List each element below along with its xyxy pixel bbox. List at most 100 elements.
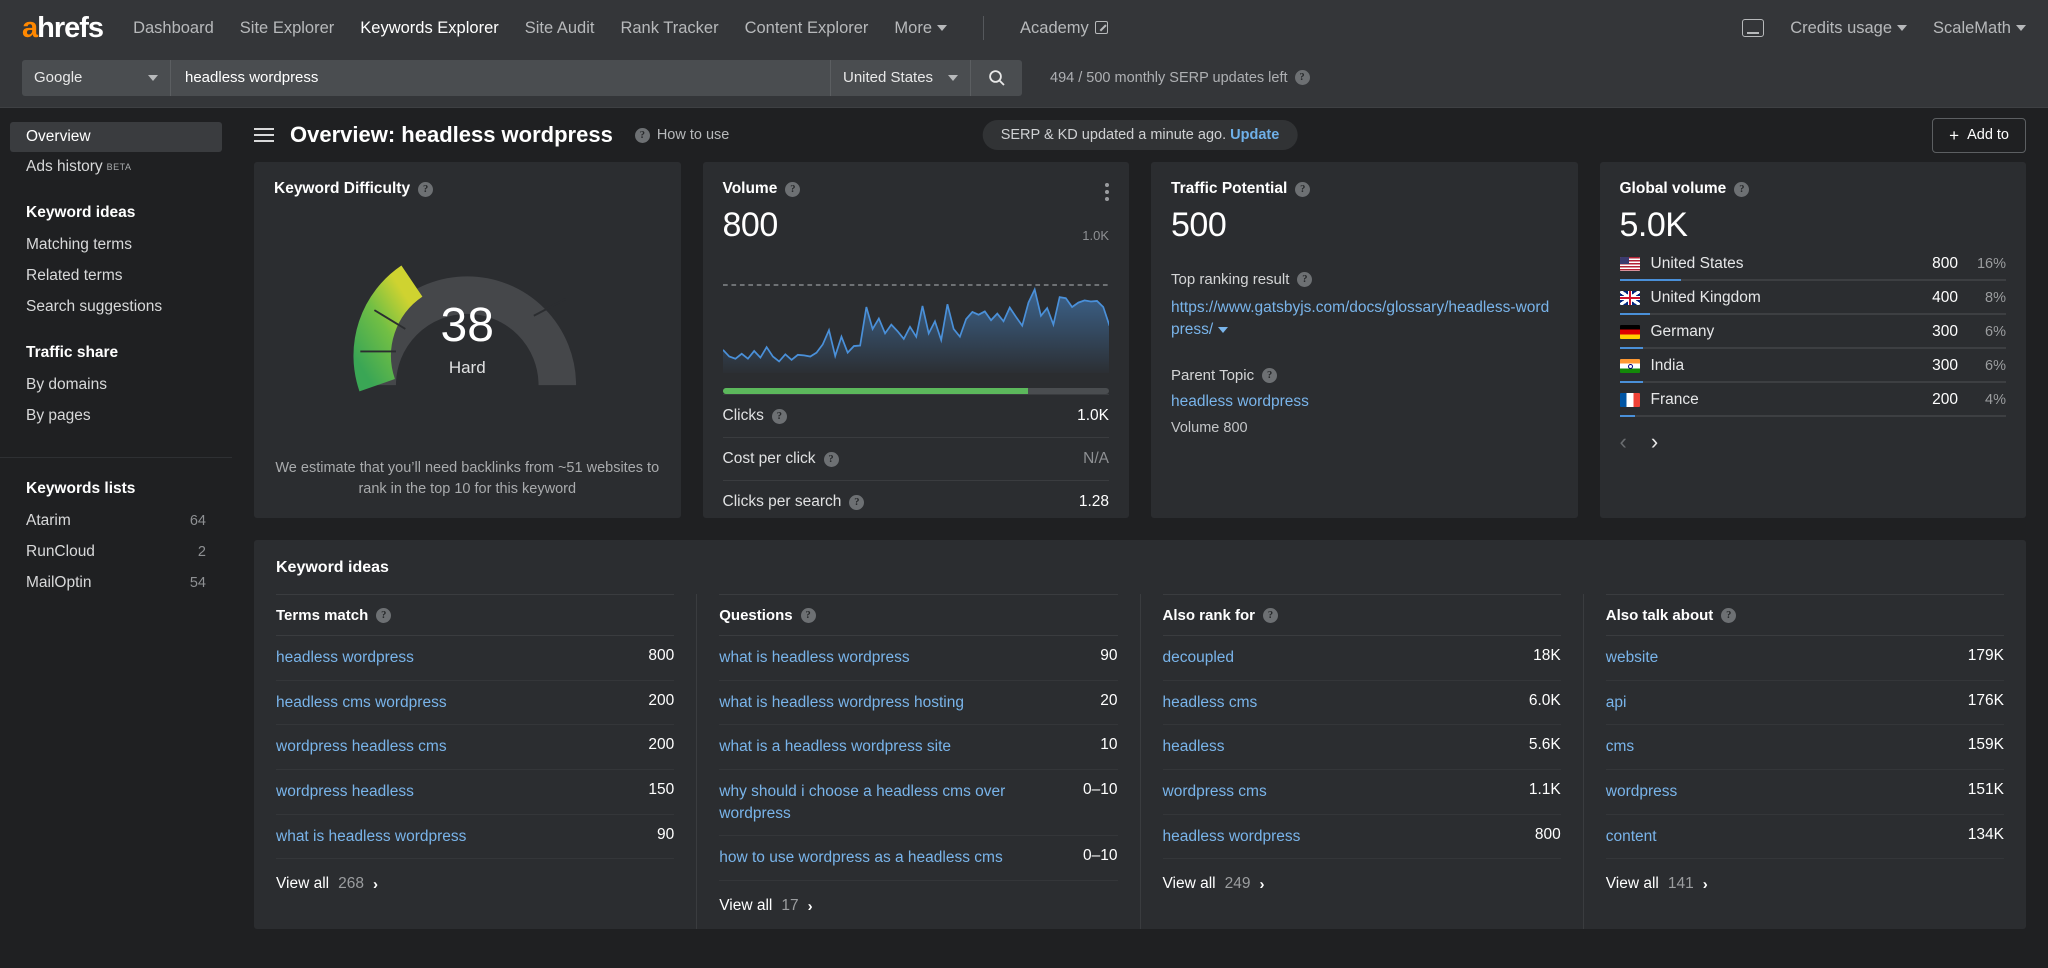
nav-more[interactable]: More (894, 19, 948, 38)
list-item[interactable]: website 179K (1605, 636, 2004, 681)
list-item[interactable]: api 176K (1605, 681, 2004, 726)
view-all-questions[interactable]: View all 17 › (719, 881, 1117, 915)
view-all-also-rank-for[interactable]: View all 249 › (1163, 859, 1561, 893)
help-icon[interactable]: ? (823, 451, 839, 467)
list-item[interactable]: what is headless wordpress 90 (276, 815, 675, 860)
keyword-link[interactable]: why should i choose a headless cms over … (719, 781, 1069, 824)
help-icon[interactable]: ? (1734, 181, 1750, 197)
nav-keywords-explorer[interactable]: Keywords Explorer (360, 19, 498, 38)
list-item[interactable]: how to use wordpress as a headless cms 0–… (719, 836, 1118, 882)
list-item[interactable]: headless cms 6.0K (1162, 681, 1561, 726)
help-icon[interactable]: ? (1262, 368, 1278, 383)
account-menu[interactable]: ScaleMath (1933, 19, 2026, 38)
nav-site-audit[interactable]: Site Audit (525, 19, 595, 38)
keyword-link[interactable]: decoupled (1163, 647, 1235, 669)
list-item[interactable]: headless wordpress 800 (1162, 815, 1561, 860)
list-item[interactable]: wordpress 151K (1605, 770, 2004, 815)
keyword-link[interactable]: what is headless wordpress (276, 826, 466, 848)
help-icon[interactable]: ? (1295, 181, 1311, 197)
sidebar-item-matching-terms[interactable]: Matching terms (0, 229, 232, 260)
view-all-also-talk-about[interactable]: View all 141 › (1606, 859, 2004, 893)
monitor-icon[interactable] (1742, 19, 1765, 37)
help-icon[interactable]: ? (376, 607, 392, 623)
keyword-link[interactable]: wordpress (1606, 781, 1678, 803)
how-to-use-link[interactable]: ? How to use (634, 127, 729, 143)
keyword-link[interactable]: what is headless wordpress (719, 647, 909, 669)
sidebar-item-by-domains[interactable]: By domains (0, 369, 232, 400)
sidebar-item-by-pages[interactable]: By pages (0, 400, 232, 431)
help-icon[interactable]: ? (1721, 607, 1737, 623)
global-volume-item-fr[interactable]: France 200 4% (1619, 385, 2006, 417)
help-icon[interactable]: ? (1297, 272, 1313, 287)
keyword-link[interactable]: api (1606, 692, 1627, 714)
help-icon[interactable]: ? (849, 494, 865, 510)
sidebar-item-ads-history[interactable]: Ads history BETA (10, 152, 222, 182)
keyword-link[interactable]: wordpress cms (1163, 781, 1267, 803)
list-item[interactable]: headless wordpress 800 (276, 636, 675, 681)
keyword-link[interactable]: cms (1606, 736, 1634, 758)
keyword-link[interactable]: headless wordpress (276, 647, 414, 669)
credits-usage-menu[interactable]: Credits usage (1790, 19, 1908, 38)
global-volume-item-in[interactable]: India 300 6% (1619, 351, 2006, 383)
list-item[interactable]: headless 5.6K (1162, 725, 1561, 771)
previous-page-icon[interactable]: ‹ (1620, 431, 1627, 453)
search-engine-select[interactable]: Google (22, 59, 170, 96)
keyword-link[interactable]: website (1606, 647, 1659, 669)
add-to-button[interactable]: + Add to (1932, 117, 2026, 153)
sidebar-item-list-atarim[interactable]: Atarim 64 (0, 505, 232, 536)
nav-academy[interactable]: Academy (1020, 19, 1108, 38)
keyword-link[interactable]: wordpress headless cms (276, 736, 447, 758)
nav-site-explorer[interactable]: Site Explorer (240, 19, 334, 38)
list-item[interactable]: content 134K (1605, 815, 2004, 860)
keyword-link[interactable]: headless (1163, 736, 1225, 758)
list-item[interactable]: decoupled 18K (1162, 636, 1561, 681)
list-item[interactable]: why should i choose a headless cms over … (719, 770, 1118, 837)
sidebar-item-overview[interactable]: Overview (10, 122, 222, 152)
nav-rank-tracker[interactable]: Rank Tracker (620, 19, 718, 38)
keyword-search-input[interactable] (170, 59, 830, 96)
keyword-link[interactable]: headless cms wordpress (276, 692, 447, 714)
list-item[interactable]: what is headless wordpress hosting 20 (719, 681, 1118, 726)
search-button[interactable] (970, 59, 1022, 96)
global-volume-item-uk[interactable]: United Kingdom 400 8% (1619, 283, 2006, 315)
volume-options-menu[interactable] (1105, 180, 1109, 204)
list-item[interactable]: what is a headless wordpress site 10 (719, 725, 1118, 771)
keyword-link[interactable]: headless wordpress (1163, 826, 1301, 848)
view-all-terms-match[interactable]: View all 268 › (276, 859, 674, 893)
sidebar-item-search-suggestions[interactable]: Search suggestions (0, 291, 232, 322)
list-item[interactable]: wordpress headless 150 (276, 770, 675, 815)
next-page-icon[interactable]: › (1651, 431, 1658, 453)
ahrefs-logo[interactable]: ahrefs (22, 12, 104, 45)
keyword-link[interactable]: what is headless wordpress hosting (719, 692, 964, 714)
nav-dashboard[interactable]: Dashboard (133, 19, 214, 38)
sidebar-item-list-mailoptin[interactable]: MailOptin 54 (0, 567, 232, 598)
help-icon[interactable]: ? (1294, 70, 1310, 85)
nav-content-explorer[interactable]: Content Explorer (745, 19, 869, 38)
list-item[interactable]: headless cms wordpress 200 (276, 681, 675, 726)
list-item[interactable]: wordpress cms 1.1K (1162, 770, 1561, 815)
list-item[interactable]: wordpress headless cms 200 (276, 725, 675, 771)
sidebar-toggle-icon[interactable] (254, 124, 274, 146)
parent-topic-value[interactable]: headless wordpress (1171, 393, 1558, 411)
keyword-difficulty-value: 38 (440, 299, 494, 352)
list-item[interactable]: what is headless wordpress 90 (719, 636, 1118, 681)
global-volume-item-de[interactable]: Germany 300 6% (1619, 317, 2006, 349)
global-volume-item-us[interactable]: United States 800 16% (1619, 249, 2006, 281)
list-item[interactable]: cms 159K (1605, 725, 2004, 771)
keyword-link[interactable]: content (1606, 826, 1657, 848)
sidebar-item-list-runcloud[interactable]: RunCloud 2 (0, 536, 232, 567)
help-icon[interactable]: ? (771, 408, 787, 424)
help-icon[interactable]: ? (1263, 607, 1279, 623)
keyword-link[interactable]: how to use wordpress as a headless cms (719, 847, 1002, 869)
top-ranking-result-url[interactable]: https://www.gatsbyjs.com/docs/glossary/h… (1171, 297, 1558, 341)
country-select[interactable]: United States (830, 59, 970, 96)
help-icon[interactable]: ? (418, 181, 434, 197)
chevron-down-icon[interactable] (1218, 326, 1229, 333)
serp-update-button[interactable]: Update (1230, 127, 1279, 143)
help-icon[interactable]: ? (785, 181, 801, 197)
sidebar-item-related-terms[interactable]: Related terms (0, 260, 232, 291)
keyword-link[interactable]: headless cms (1163, 692, 1258, 714)
help-icon[interactable]: ? (800, 607, 816, 623)
keyword-link[interactable]: what is a headless wordpress site (719, 736, 951, 758)
keyword-link[interactable]: wordpress headless (276, 781, 414, 803)
